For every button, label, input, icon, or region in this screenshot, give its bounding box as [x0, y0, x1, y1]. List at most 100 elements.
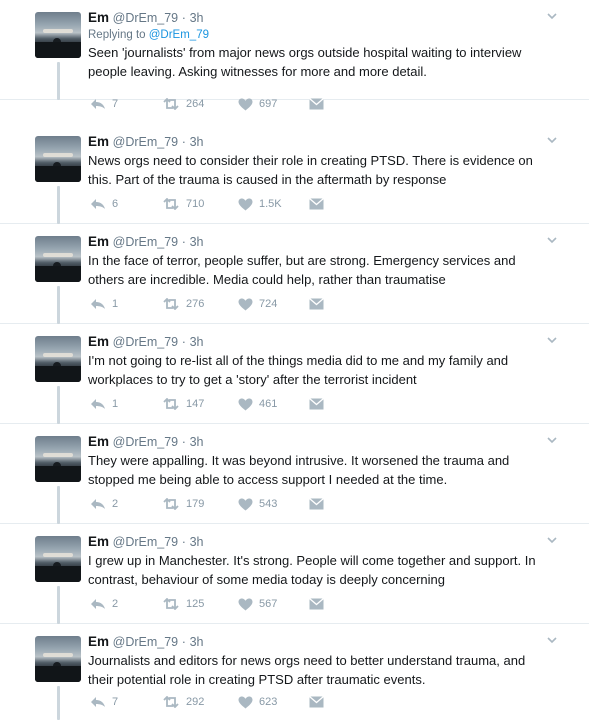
- heart-icon: [238, 598, 253, 611]
- reply-icon: [90, 398, 106, 410]
- retweet-button[interactable]: 147: [162, 397, 204, 411]
- like-button[interactable]: 724: [238, 297, 277, 311]
- direct-message-button[interactable]: [309, 97, 324, 111]
- chevron-down-icon[interactable]: [547, 537, 557, 547]
- chevron-down-icon[interactable]: [547, 337, 557, 347]
- avatar[interactable]: [35, 536, 81, 582]
- reply-button[interactable]: 1: [90, 397, 118, 411]
- timestamp[interactable]: 3h: [190, 135, 204, 149]
- reply-count: 1: [112, 298, 119, 310]
- like-button[interactable]: 543: [238, 497, 277, 511]
- chevron-down-icon[interactable]: [547, 637, 557, 647]
- tweet[interactable]: Em @DrEm_79 · 3h I'm not going to re-lis…: [0, 324, 589, 424]
- retweet-icon: [162, 498, 180, 510]
- separator: ·: [181, 335, 186, 349]
- timestamp[interactable]: 3h: [190, 335, 204, 349]
- reply-button[interactable]: 7: [90, 97, 118, 111]
- tweet-header: Em @DrEm_79 · 3h: [88, 434, 548, 450]
- chevron-down-icon[interactable]: [547, 237, 557, 247]
- author-handle[interactable]: @DrEm_79: [113, 235, 179, 249]
- like-count: 697: [259, 98, 278, 110]
- reply-count: 2: [112, 498, 119, 510]
- retweet-count: 292: [186, 696, 205, 708]
- tweet[interactable]: Em @DrEm_79 · 3h In the face of terror, …: [0, 224, 589, 324]
- direct-message-button[interactable]: [309, 197, 324, 211]
- timestamp[interactable]: 3h: [190, 535, 204, 549]
- like-count: 543: [259, 498, 278, 510]
- reply-button[interactable]: 1: [90, 297, 118, 311]
- replying-to-link[interactable]: @DrEm_79: [149, 29, 209, 41]
- tweet-actions: 7 264 697: [88, 97, 388, 111]
- tweet-text: In the face of terror, people suffer, bu…: [88, 253, 516, 287]
- tweet[interactable]: Em @DrEm_79 · 3h They were appalling. It…: [0, 424, 589, 524]
- author-name[interactable]: Em: [88, 234, 109, 249]
- like-button[interactable]: 697: [238, 97, 277, 111]
- reply-button[interactable]: 7: [90, 695, 118, 709]
- chevron-down-icon[interactable]: [547, 13, 557, 23]
- like-count: 623: [259, 696, 278, 708]
- reply-button[interactable]: 2: [90, 597, 118, 611]
- retweet-button[interactable]: 264: [162, 97, 204, 111]
- reply-button[interactable]: 6: [90, 197, 118, 211]
- retweet-button[interactable]: 710: [162, 197, 204, 211]
- retweet-button[interactable]: 179: [162, 497, 204, 511]
- tweet[interactable]: Em @DrEm_79 · 3h Replying to @DrEm_79 Se…: [0, 0, 589, 110]
- tweet[interactable]: Em @DrEm_79 · 3h Journalists and editors…: [0, 624, 589, 720]
- direct-message-button[interactable]: [309, 297, 324, 311]
- like-button[interactable]: 623: [238, 695, 277, 709]
- like-count: 461: [259, 398, 278, 410]
- retweet-icon: [162, 598, 180, 610]
- like-button[interactable]: 567: [238, 597, 277, 611]
- avatar[interactable]: [35, 136, 81, 182]
- reply-button[interactable]: 2: [90, 497, 118, 511]
- timestamp[interactable]: 3h: [190, 635, 204, 649]
- author-name[interactable]: Em: [88, 10, 109, 25]
- tweet-header: Em @DrEm_79 · 3h: [88, 234, 548, 250]
- retweet-button[interactable]: 276: [162, 297, 204, 311]
- thread-connector-line: [57, 686, 60, 720]
- thread-connector-line: [57, 286, 60, 324]
- chevron-down-icon[interactable]: [547, 137, 557, 147]
- direct-message-button[interactable]: [309, 695, 324, 709]
- direct-message-icon: [309, 198, 324, 210]
- avatar[interactable]: [35, 436, 81, 482]
- author-name[interactable]: Em: [88, 134, 109, 149]
- direct-message-icon: [309, 598, 324, 610]
- author-handle[interactable]: @DrEm_79: [113, 535, 179, 549]
- chevron-down-icon[interactable]: [547, 437, 557, 447]
- avatar[interactable]: [35, 12, 81, 58]
- avatar[interactable]: [35, 336, 81, 382]
- author-handle[interactable]: @DrEm_79: [113, 11, 179, 25]
- author-handle[interactable]: @DrEm_79: [113, 335, 179, 349]
- retweet-icon: [162, 696, 180, 708]
- author-handle[interactable]: @DrEm_79: [113, 435, 179, 449]
- author-handle[interactable]: @DrEm_79: [113, 135, 179, 149]
- direct-message-button[interactable]: [309, 397, 324, 411]
- separator: ·: [181, 635, 186, 649]
- avatar[interactable]: [35, 236, 81, 282]
- avatar[interactable]: [35, 636, 81, 682]
- author-name[interactable]: Em: [88, 534, 109, 549]
- like-button[interactable]: 461: [238, 397, 277, 411]
- direct-message-icon: [309, 696, 324, 708]
- tweet-actions: 1 147 461: [88, 397, 388, 411]
- timestamp[interactable]: 3h: [190, 11, 204, 25]
- tweet-content: Em @DrEm_79 · 3h Journalists and editors…: [88, 634, 548, 689]
- like-button[interactable]: 1.5K: [238, 197, 282, 211]
- tweet-header: Em @DrEm_79 · 3h: [88, 534, 548, 550]
- author-name[interactable]: Em: [88, 634, 109, 649]
- author-name[interactable]: Em: [88, 334, 109, 349]
- timestamp[interactable]: 3h: [190, 435, 204, 449]
- retweet-button[interactable]: 125: [162, 597, 204, 611]
- author-name[interactable]: Em: [88, 434, 109, 449]
- author-handle[interactable]: @DrEm_79: [113, 635, 179, 649]
- retweet-icon: [162, 398, 180, 410]
- retweet-button[interactable]: 292: [162, 695, 204, 709]
- like-count: 1.5K: [259, 198, 282, 210]
- direct-message-button[interactable]: [309, 497, 324, 511]
- timestamp[interactable]: 3h: [190, 235, 204, 249]
- direct-message-button[interactable]: [309, 597, 324, 611]
- tweet[interactable]: Em @DrEm_79 · 3h News orgs need to consi…: [0, 124, 589, 224]
- tweet[interactable]: Em @DrEm_79 · 3h I grew up in Manchester…: [0, 524, 589, 624]
- tweet-content: Em @DrEm_79 · 3h Replying to @DrEm_79 Se…: [88, 10, 548, 81]
